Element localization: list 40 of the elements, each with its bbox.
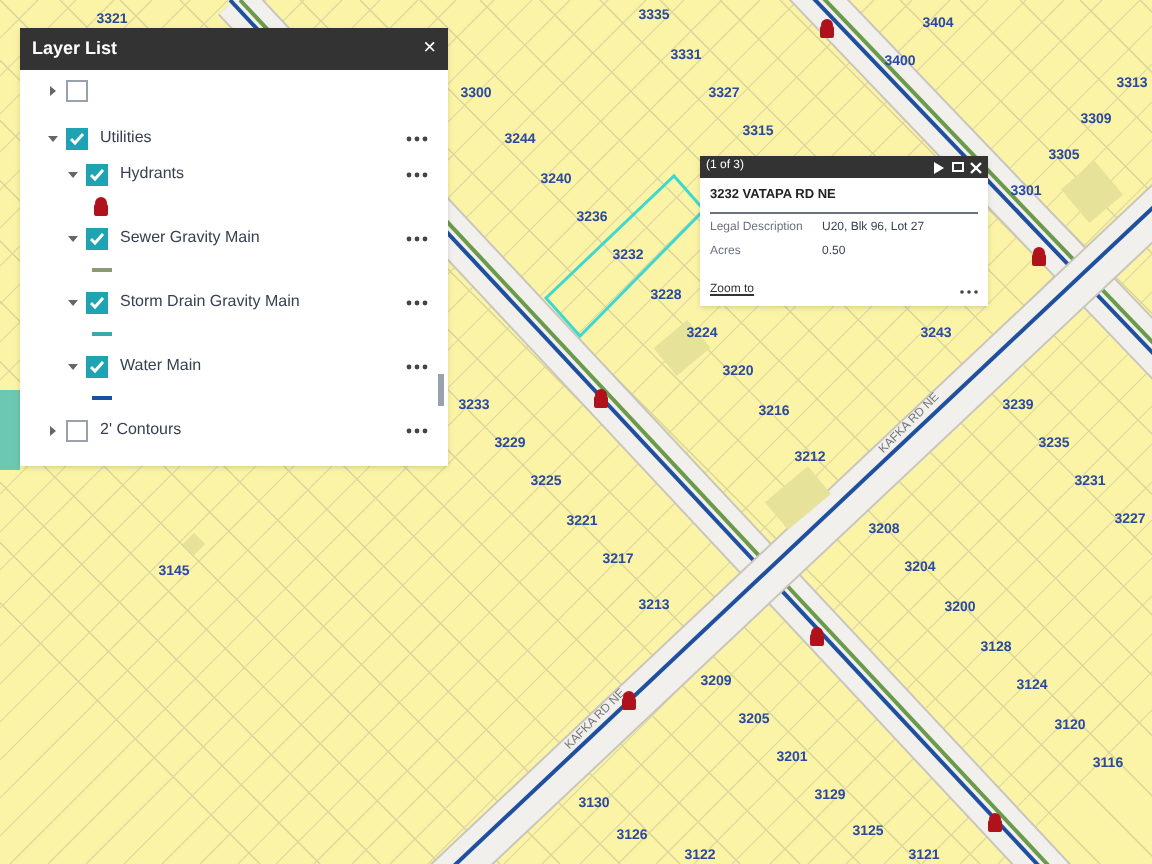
hydrant-icon (818, 18, 836, 40)
layer-name: Storm Drain Gravity Main (120, 290, 300, 314)
caret-icon[interactable] (48, 133, 58, 143)
building-footprint (182, 532, 206, 556)
layer-name: 2' Contours (100, 418, 182, 442)
layer-checkbox[interactable] (66, 419, 88, 441)
close-icon[interactable] (970, 161, 982, 173)
layer-name: Utilities (100, 126, 152, 150)
layer-checkbox[interactable] (66, 127, 88, 149)
park-area (0, 390, 20, 470)
more-icon[interactable] (406, 363, 428, 369)
caret-icon[interactable] (48, 85, 58, 95)
scrollbar-thumb[interactable] (438, 374, 444, 406)
close-button[interactable]: × (423, 38, 436, 60)
more-icon[interactable] (406, 171, 428, 177)
next-icon[interactable] (934, 161, 944, 173)
caret-icon[interactable] (68, 169, 78, 179)
layer-name: Sewer Gravity Main (120, 226, 260, 250)
hydrant-icon (592, 388, 610, 410)
caret-icon[interactable] (68, 233, 78, 243)
more-icon[interactable] (406, 235, 428, 241)
layer-checkbox[interactable] (66, 79, 88, 101)
caret-icon[interactable] (48, 425, 58, 435)
caret-icon[interactable] (68, 361, 78, 371)
more-icon[interactable] (406, 135, 428, 141)
panel-title: Layer List (32, 35, 118, 62)
hydrant-icon (808, 626, 826, 648)
layer-name: Water Main (120, 354, 202, 378)
more-icon[interactable] (406, 427, 428, 433)
more-icon[interactable] (406, 299, 428, 305)
building-footprint (1061, 161, 1123, 223)
layer-checkbox[interactable] (86, 227, 108, 249)
caret-icon[interactable] (68, 297, 78, 307)
maximize-icon[interactable] (952, 162, 964, 172)
layer-checkbox[interactable] (86, 291, 108, 313)
hydrant-icon (986, 812, 1004, 834)
layer-checkbox[interactable] (86, 355, 108, 377)
layer-checkbox[interactable] (86, 163, 108, 185)
hydrant-icon (1030, 246, 1048, 268)
layer-name: Hydrants (120, 162, 185, 186)
